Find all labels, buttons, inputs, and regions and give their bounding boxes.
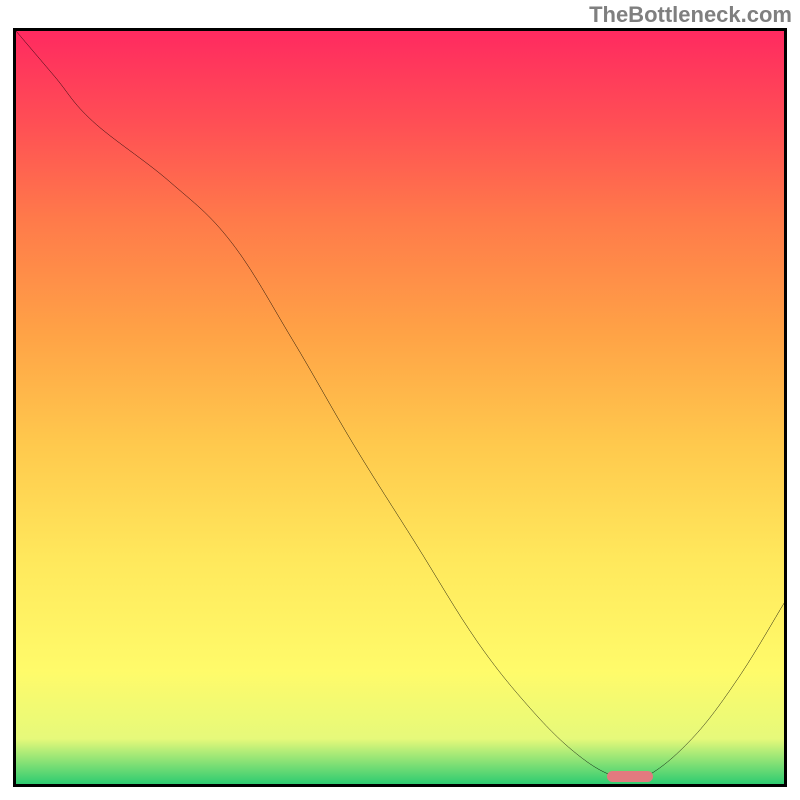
bottleneck-curve — [16, 31, 784, 784]
attribution-text: TheBottleneck.com — [589, 2, 792, 28]
minimum-marker — [607, 771, 653, 782]
plot-area — [13, 28, 787, 787]
chart-container: TheBottleneck.com — [0, 0, 800, 800]
